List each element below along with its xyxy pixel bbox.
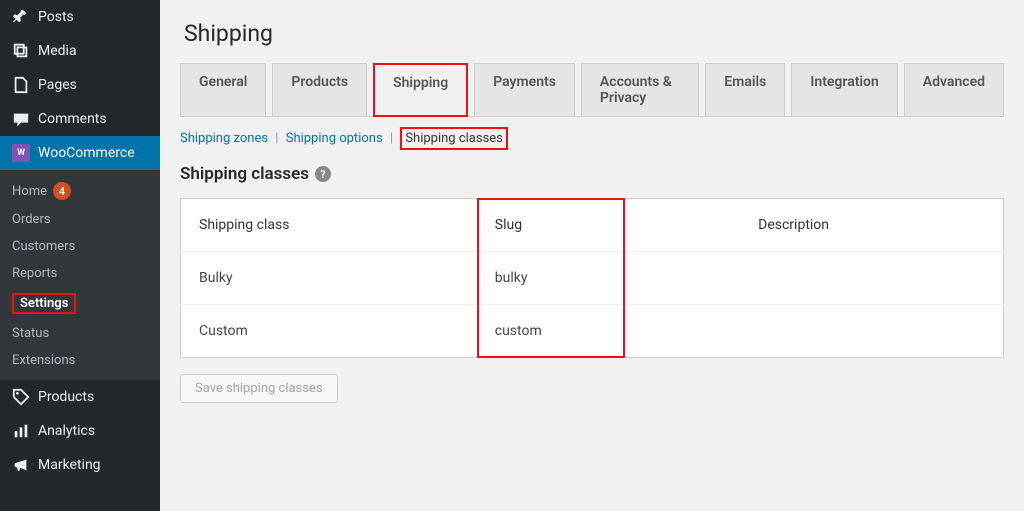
help-icon[interactable]: ? [315, 166, 331, 182]
sidebar-item-media[interactable]: Media [0, 34, 160, 68]
sidebar-item-label: Comments [38, 111, 107, 127]
header-class: Shipping class [181, 199, 477, 252]
megaphone-icon [12, 456, 30, 474]
header-slug: Slug [477, 199, 740, 252]
settings-tabs: General Products Shipping Payments Accou… [180, 63, 1004, 117]
admin-sidebar: Posts Media Pages Comments W WooCommerce… [0, 0, 160, 511]
sidebar-item-comments[interactable]: Comments [0, 102, 160, 136]
product-icon [12, 388, 30, 406]
separator: | [390, 131, 393, 146]
sidebar-item-pages[interactable]: Pages [0, 68, 160, 102]
section-title: Shipping classes ? [180, 164, 1004, 184]
sidebar-item-label: Pages [38, 77, 77, 93]
notification-badge: 4 [53, 182, 71, 200]
sidebar-item-posts[interactable]: Posts [0, 0, 160, 34]
shipping-classes-table: Shipping class Slug Description Bulky bu… [180, 198, 1004, 358]
sidebar-item-products[interactable]: Products [0, 380, 160, 414]
shipping-subtabs: Shipping zones | Shipping options | Ship… [180, 131, 1004, 146]
cell-slug: custom [477, 305, 740, 358]
tab-integration[interactable]: Integration [791, 63, 897, 116]
sidebar-item-label: WooCommerce [38, 145, 135, 161]
sidebar-sub-home[interactable]: Home 4 [0, 176, 160, 206]
sidebar-sub-reports[interactable]: Reports [0, 260, 160, 287]
sidebar-sub-orders[interactable]: Orders [0, 206, 160, 233]
sidebar-item-label: Analytics [38, 423, 95, 439]
page-title: Shipping [180, 0, 1004, 63]
table-row[interactable]: Custom custom [181, 305, 1004, 358]
sidebar-sub-label: Home [12, 184, 47, 199]
sidebar-sub-settings[interactable]: Settings [0, 287, 160, 320]
media-icon [12, 42, 30, 60]
sidebar-sub-status[interactable]: Status [0, 320, 160, 347]
cell-slug: bulky [477, 252, 740, 305]
tab-general[interactable]: General [180, 63, 266, 116]
sidebar-sub-label: Reports [12, 266, 57, 281]
tab-advanced[interactable]: Advanced [904, 63, 1004, 116]
sidebar-item-woocommerce[interactable]: W WooCommerce [0, 136, 160, 170]
cell-class: Bulky [181, 252, 477, 305]
sidebar-item-marketing[interactable]: Marketing [0, 448, 160, 482]
tab-emails[interactable]: Emails [705, 63, 785, 116]
separator: | [275, 131, 278, 146]
sidebar-sub-label: Settings [12, 293, 76, 314]
sidebar-sub-customers[interactable]: Customers [0, 233, 160, 260]
woocommerce-icon: W [12, 144, 30, 162]
cell-description [740, 305, 1003, 358]
sidebar-sub-label: Orders [12, 212, 51, 227]
tab-accounts[interactable]: Accounts & Privacy [581, 63, 699, 116]
subtab-zones[interactable]: Shipping zones [180, 131, 268, 146]
sidebar-sub-label: Customers [12, 239, 75, 254]
sidebar-sub-extensions[interactable]: Extensions [0, 347, 160, 374]
sidebar-sub-label: Status [12, 326, 49, 341]
sidebar-item-analytics[interactable]: Analytics [0, 414, 160, 448]
cell-class: Custom [181, 305, 477, 358]
sidebar-item-label: Products [38, 389, 94, 405]
sidebar-item-label: Posts [38, 9, 74, 25]
comment-icon [12, 110, 30, 128]
analytics-icon [12, 422, 30, 440]
sidebar-item-label: Marketing [38, 457, 101, 473]
sidebar-item-label: Media [38, 43, 77, 59]
woocommerce-submenu: Home 4 Orders Customers Reports Settings… [0, 170, 160, 380]
cell-description [740, 252, 1003, 305]
tab-products[interactable]: Products [272, 63, 367, 116]
header-description: Description [740, 199, 1003, 252]
pin-icon [12, 8, 30, 26]
tab-shipping[interactable]: Shipping [373, 63, 468, 117]
section-title-text: Shipping classes [180, 164, 309, 184]
main-content: Shipping General Products Shipping Payme… [160, 0, 1024, 511]
subtab-options[interactable]: Shipping options [286, 131, 383, 146]
table-header-row: Shipping class Slug Description [181, 199, 1004, 252]
page-icon [12, 76, 30, 94]
table-row[interactable]: Bulky bulky [181, 252, 1004, 305]
sidebar-sub-label: Extensions [12, 353, 75, 368]
subtab-classes[interactable]: Shipping classes [400, 127, 508, 150]
save-shipping-classes-button[interactable]: Save shipping classes [180, 374, 338, 403]
tab-payments[interactable]: Payments [474, 63, 575, 116]
